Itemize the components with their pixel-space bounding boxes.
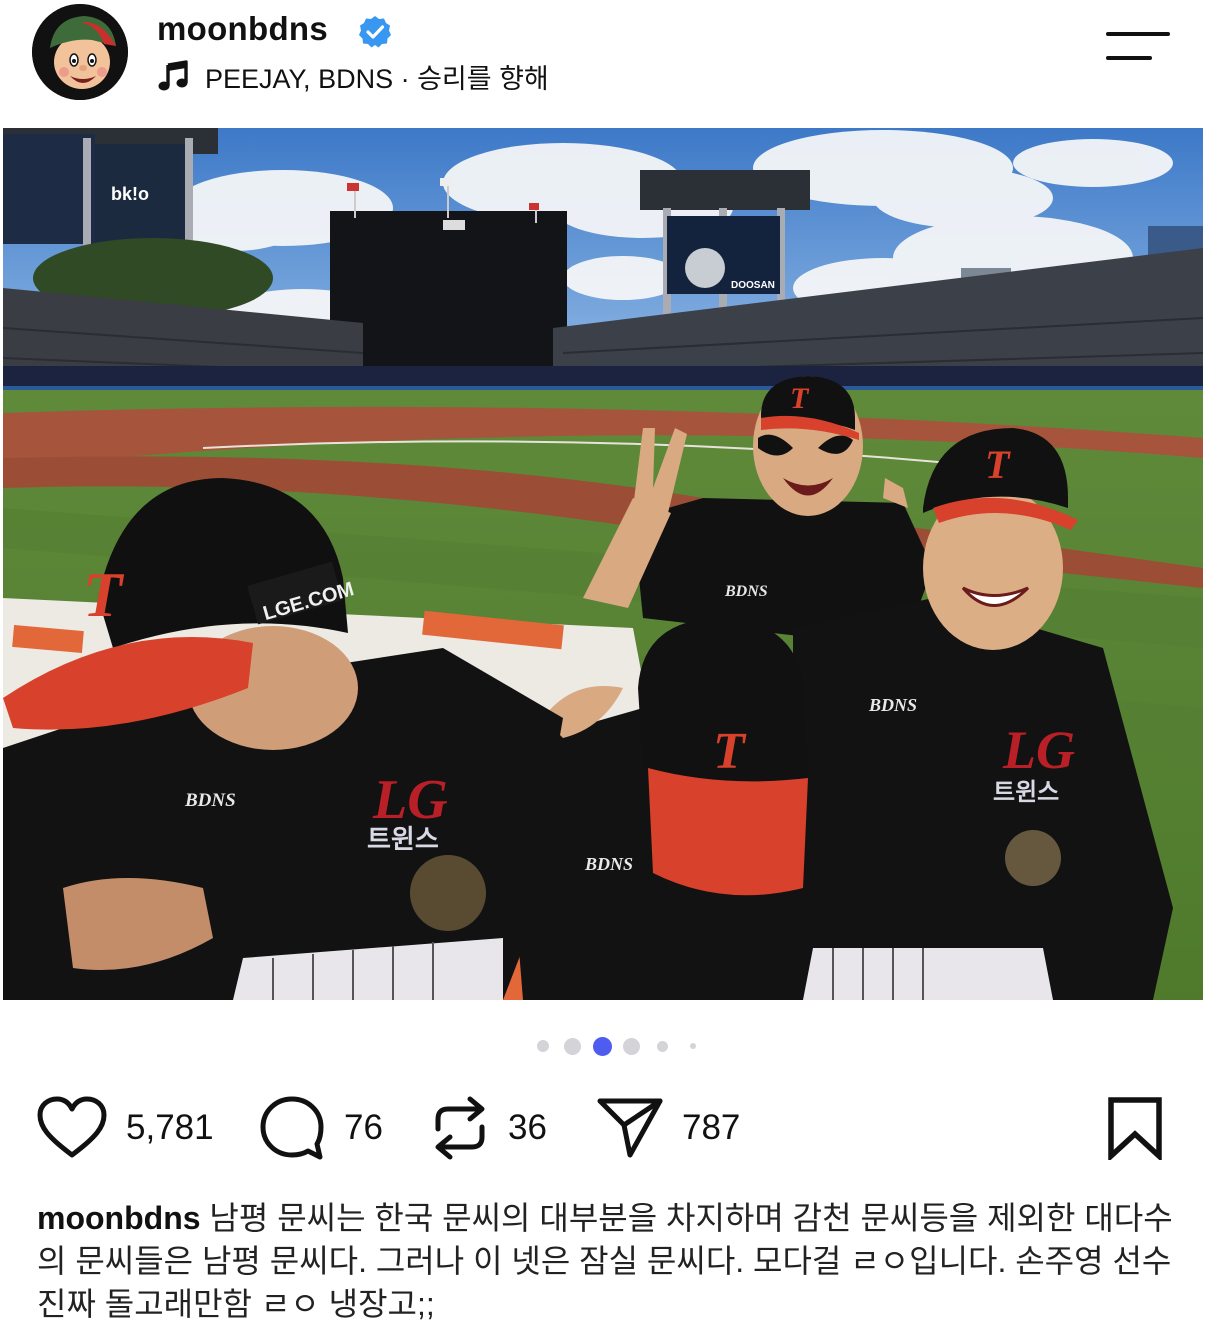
team-logo-2: LG [372, 769, 448, 831]
carousel-dot [537, 1040, 549, 1052]
jersey-text-1: BDNS [724, 583, 768, 600]
photo-scene: bk!o DOOSAN T BDNS T LG 트윈스 BDNS T BDNS … [3, 128, 1203, 1000]
left-board-text: bk!o [111, 184, 149, 204]
heart-icon [37, 1096, 107, 1158]
team-name-2: 트윈스 [367, 824, 439, 854]
carousel-dot [623, 1038, 640, 1055]
cap-logo-4: T [83, 559, 125, 630]
music-label: PEEJAY, BDNS · 승리를 향해 [205, 63, 549, 94]
username[interactable]: moonbdns [157, 10, 328, 48]
profile-avatar[interactable] [32, 4, 128, 100]
cap-logo-2: T [985, 442, 1011, 487]
repost-icon [435, 1096, 485, 1160]
repost-button[interactable]: 36 [430, 1090, 547, 1166]
post-header: moonbdns PEEJAY, BDNS · 승리를 향해 [0, 0, 1206, 125]
post-photo[interactable]: bk!o DOOSAN T BDNS T LG 트윈스 BDNS T BDNS … [3, 128, 1203, 1000]
jersey-text-4: BDNS [184, 790, 236, 811]
bookmark-button[interactable] [1106, 1096, 1164, 1165]
carousel-dot [657, 1041, 668, 1052]
jersey-text-3: BDNS [584, 854, 633, 874]
menu-icon[interactable] [1106, 30, 1170, 66]
like-button[interactable]: 5,781 [36, 1090, 214, 1166]
caption-text: 남평 문씨는 한국 문씨의 대부분을 차지하며 감천 문씨등을 제외한 대다수의… [37, 1200, 1173, 1322]
comment-bubble-icon [260, 1096, 324, 1160]
jersey-text-2: BDNS [868, 695, 917, 715]
repost-count: 36 [508, 1108, 547, 1147]
comment-count: 76 [344, 1108, 383, 1147]
post-caption: moonbdns 남평 문씨는 한국 문씨의 대부분을 차지하며 감천 문씨등을… [37, 1197, 1187, 1326]
share-count: 787 [682, 1108, 741, 1147]
bookmark-icon [1108, 1097, 1162, 1163]
cap-logo-1: T [790, 382, 810, 415]
carousel-dot-active [593, 1037, 612, 1056]
like-count: 5,781 [126, 1108, 214, 1147]
comment-button[interactable]: 76 [258, 1090, 383, 1166]
team-logo-1: LG [1002, 720, 1075, 780]
cap-logo-3: T [713, 723, 747, 780]
carousel-dot [690, 1043, 696, 1049]
share-button[interactable]: 787 [596, 1090, 740, 1166]
caption-username[interactable]: moonbdns [37, 1200, 201, 1236]
scoreboard-sponsor: DOOSAN [731, 280, 775, 291]
action-bar: 5,781 76 36 787 [0, 1090, 1206, 1170]
carousel-indicator [0, 1036, 1206, 1056]
team-name-1: 트윈스 [993, 779, 1059, 806]
carousel-dot [564, 1038, 581, 1055]
verified-badge-icon [359, 16, 391, 48]
music-note-icon [158, 60, 188, 91]
music-info[interactable]: PEEJAY, BDNS · 승리를 향해 [157, 56, 549, 96]
send-icon [597, 1098, 663, 1158]
